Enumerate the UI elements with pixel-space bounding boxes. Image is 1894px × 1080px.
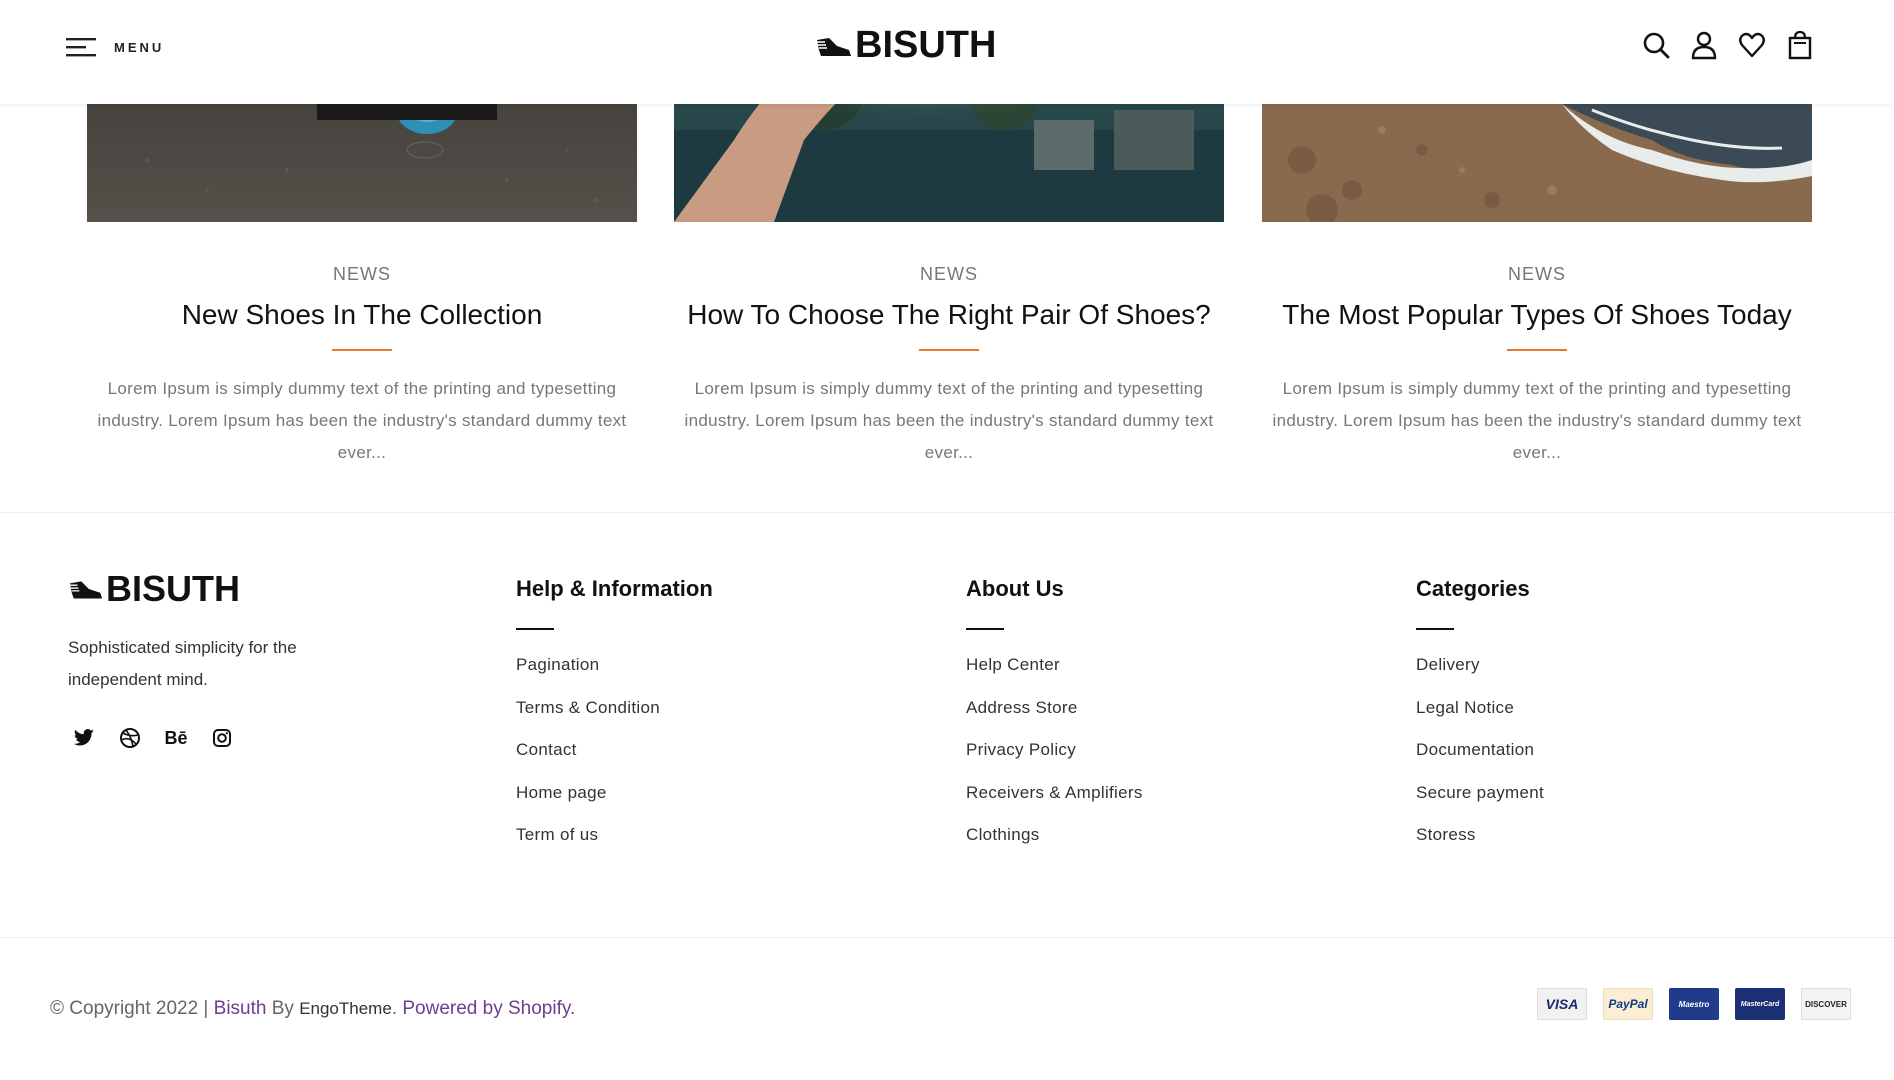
instagram-icon[interactable] <box>210 726 234 750</box>
footer-link[interactable]: Secure payment <box>1416 778 1544 821</box>
twitter-icon[interactable] <box>72 726 96 750</box>
user-icon[interactable] <box>1690 30 1718 60</box>
title-underline <box>332 349 392 351</box>
footer-tagline: Sophisticated simplicity for the indepen… <box>68 638 297 689</box>
title-underline <box>919 349 979 351</box>
header-logo[interactable]: BISUTH <box>815 24 996 67</box>
dribbble-icon[interactable] <box>118 726 142 750</box>
footer-link[interactable]: Delivery <box>1416 650 1544 693</box>
mastercard-card-icon: MasterCard <box>1735 988 1785 1020</box>
logo-text: BISUTH <box>106 568 240 609</box>
hamburger-icon <box>66 38 96 57</box>
author-link[interactable]: EngoTheme <box>299 999 392 1018</box>
copyright-dot: . <box>391 998 403 1019</box>
blog-title[interactable]: How To Choose The Right Pair Of Shoes? <box>674 299 1224 331</box>
visa-card-icon: VISA <box>1537 988 1587 1020</box>
footer-link[interactable]: Help Center <box>966 650 1143 693</box>
header-actions <box>1642 30 1814 60</box>
footer-link[interactable]: Terms & Condition <box>516 693 713 736</box>
section-divider <box>0 512 1894 513</box>
footer-link[interactable]: Contact <box>516 735 713 778</box>
copyright-text: © Copyright 2022 | Bisuth By EngoTheme. … <box>50 998 575 1020</box>
blog-excerpt: Lorem Ipsum is simply dummy text of the … <box>97 379 627 462</box>
blog-category[interactable]: NEWS <box>674 264 1224 285</box>
footer-column-underline <box>516 628 554 630</box>
footer-column-title: Help & Information <box>516 576 713 601</box>
footer-column-help: Help & Information Pagination Terms & Co… <box>516 576 713 863</box>
footer-link[interactable]: Privacy Policy <box>966 735 1143 778</box>
shopping-bag-icon[interactable] <box>1786 30 1814 60</box>
footer-logo[interactable]: BISUTH <box>68 568 240 610</box>
shoe-logo-icon <box>69 581 103 599</box>
discover-card-icon: DISCOVER <box>1801 988 1851 1020</box>
footer-column-underline <box>966 628 1004 630</box>
footer-link[interactable]: Documentation <box>1416 735 1544 778</box>
blog-excerpt: Lorem Ipsum is simply dummy text of the … <box>1272 379 1802 462</box>
shopify-link[interactable]: Powered by Shopify. <box>402 998 575 1019</box>
footer-column-about: About Us Help Center Address Store Priva… <box>966 576 1143 863</box>
footer-link[interactable]: Address Store <box>966 693 1143 736</box>
menu-button[interactable]: MENU <box>66 36 164 58</box>
blog-title[interactable]: New Shoes In The Collection <box>87 299 637 331</box>
shoe-logo-icon <box>817 37 851 56</box>
title-underline <box>1507 349 1567 351</box>
maestro-card-icon: Maestro <box>1669 988 1719 1020</box>
behance-glyph: Bē <box>164 727 188 748</box>
footer-link[interactable]: Legal Notice <box>1416 693 1544 736</box>
blog-category[interactable]: NEWS <box>1262 264 1812 285</box>
menu-label: MENU <box>114 39 165 55</box>
footer-column-title: Categories <box>1416 576 1530 601</box>
footer-link[interactable]: Storess <box>1416 820 1544 863</box>
blog-excerpt: Lorem Ipsum is simply dummy text of the … <box>684 379 1214 462</box>
footer-link[interactable]: Term of us <box>516 820 713 863</box>
footer-column-underline <box>1416 628 1454 630</box>
footer-link[interactable]: Receivers & Amplifiers <box>966 778 1143 821</box>
footer-link[interactable]: Clothings <box>966 820 1143 863</box>
logo-text: BISUTH <box>855 24 997 66</box>
footer-link[interactable]: Pagination <box>516 650 713 693</box>
site-header: MENU BISUTH <box>0 0 1894 104</box>
brand-link[interactable]: Bisuth <box>214 998 267 1019</box>
search-icon[interactable] <box>1642 30 1670 60</box>
footer-column-title: About Us <box>966 576 1064 601</box>
behance-icon[interactable]: Bē <box>164 726 188 750</box>
blog-category[interactable]: NEWS <box>87 264 637 285</box>
copyright-prefix: © Copyright 2022 | <box>50 998 214 1019</box>
footer-link[interactable]: Home page <box>516 778 713 821</box>
footer-divider <box>0 937 1894 938</box>
paypal-card-icon: PayPal <box>1603 988 1653 1020</box>
blog-title[interactable]: The Most Popular Types Of Shoes Today <box>1262 299 1812 331</box>
social-links: Bē <box>72 726 234 750</box>
payment-methods: VISA PayPal Maestro MasterCard DISCOVER <box>1537 988 1851 1020</box>
footer-column-categories: Categories Delivery Legal Notice Documen… <box>1416 576 1544 863</box>
copyright-by: By <box>266 998 300 1019</box>
heart-icon[interactable] <box>1738 30 1766 60</box>
